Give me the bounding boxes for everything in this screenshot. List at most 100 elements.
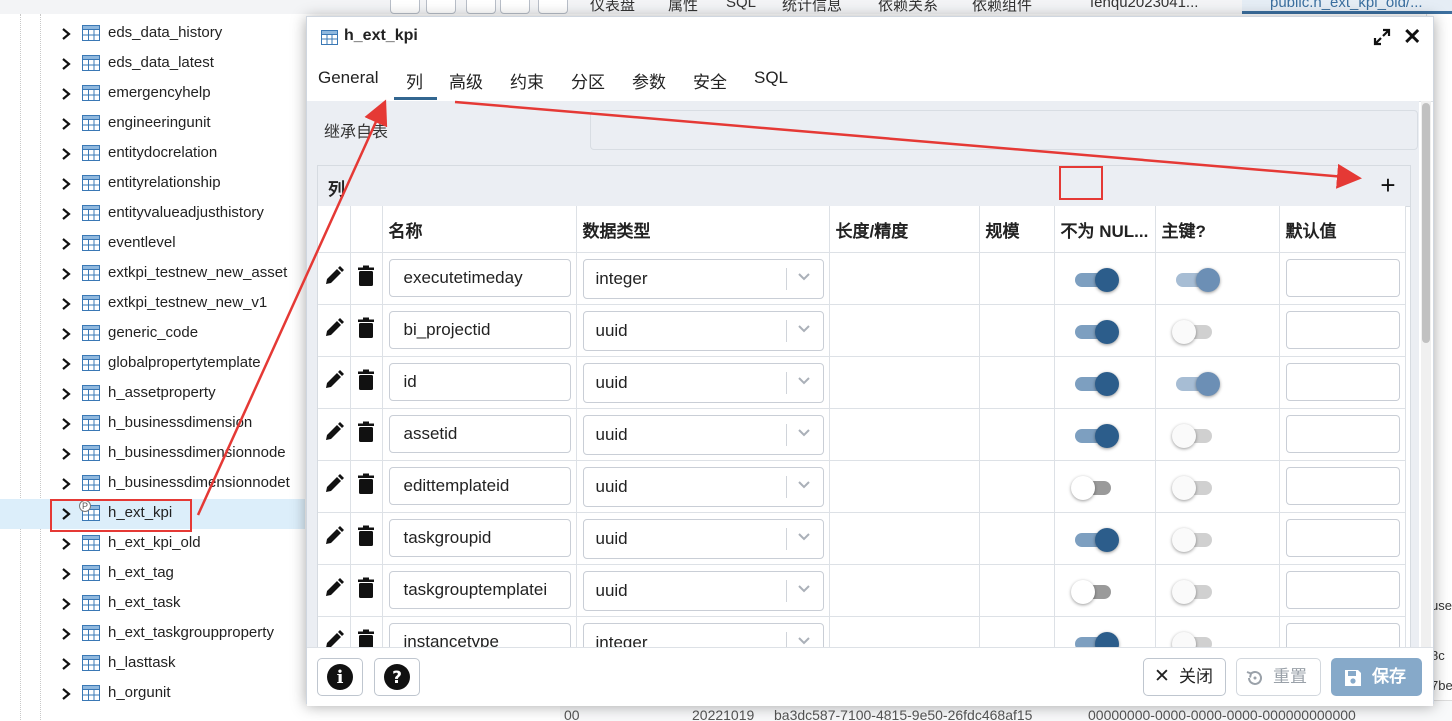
chevron-right-icon[interactable] bbox=[60, 387, 72, 401]
bg-active-tab[interactable]: public.h_ext_kpi_old/... bbox=[1242, 0, 1452, 14]
primary-key-toggle[interactable] bbox=[1174, 267, 1220, 292]
save-button[interactable]: 保存 bbox=[1331, 658, 1422, 696]
data-type-select[interactable]: uuid bbox=[582, 519, 824, 559]
not-null-toggle[interactable] bbox=[1070, 579, 1119, 604]
column-name-input[interactable]: edittemplateid bbox=[388, 467, 571, 505]
chevron-right-icon[interactable] bbox=[60, 537, 72, 551]
not-null-toggle[interactable] bbox=[1073, 267, 1119, 292]
chevron-right-icon[interactable] bbox=[60, 687, 72, 701]
tree-item[interactable]: emergencyhelp bbox=[0, 79, 305, 109]
column-name-input[interactable]: taskgrouptemplatei bbox=[388, 571, 571, 609]
data-type-select[interactable]: uuid bbox=[582, 467, 824, 507]
scale-cell[interactable] bbox=[979, 356, 1055, 409]
primary-key-toggle[interactable] bbox=[1171, 423, 1220, 448]
data-type-select[interactable]: integer bbox=[582, 623, 824, 647]
chevron-right-icon[interactable] bbox=[60, 327, 72, 341]
tree-item[interactable]: eds_data_history bbox=[0, 19, 305, 49]
scale-cell[interactable] bbox=[979, 252, 1055, 305]
trash-icon[interactable] bbox=[356, 629, 376, 647]
chevron-right-icon[interactable] bbox=[60, 207, 72, 221]
length-precision-cell[interactable] bbox=[829, 564, 980, 617]
tree-item[interactable]: globalpropertytemplate bbox=[0, 349, 305, 379]
tree-item[interactable]: h_lasttask bbox=[0, 649, 305, 679]
chevron-right-icon[interactable] bbox=[60, 27, 72, 41]
header-data-type[interactable]: 数据类型 bbox=[576, 206, 830, 253]
scrollbar-thumb[interactable] bbox=[1422, 103, 1430, 343]
chevron-right-icon[interactable] bbox=[60, 627, 72, 641]
column-name-input[interactable]: bi_projectid bbox=[388, 311, 571, 349]
info-button[interactable]: i bbox=[317, 658, 363, 696]
column-name-input[interactable]: id bbox=[388, 363, 571, 401]
scale-cell[interactable] bbox=[979, 304, 1055, 357]
pencil-icon[interactable] bbox=[323, 473, 345, 495]
bg-toolbar-button[interactable] bbox=[426, 0, 456, 14]
not-null-toggle[interactable] bbox=[1073, 527, 1119, 552]
not-null-toggle[interactable] bbox=[1073, 319, 1119, 344]
header-scale[interactable]: 规模 bbox=[979, 206, 1055, 253]
chevron-right-icon[interactable] bbox=[60, 57, 72, 71]
tree-item[interactable]: extkpi_testnew_new_asset bbox=[0, 259, 305, 289]
primary-key-toggle[interactable] bbox=[1171, 475, 1220, 500]
trash-icon[interactable] bbox=[356, 421, 376, 443]
chevron-right-icon[interactable] bbox=[60, 597, 72, 611]
data-type-select[interactable]: uuid bbox=[582, 311, 824, 351]
tree-item[interactable]: h_ext_kpi_old bbox=[0, 529, 305, 559]
tree-item[interactable]: h_assetproperty bbox=[0, 379, 305, 409]
default-value-input[interactable] bbox=[1285, 363, 1400, 401]
length-precision-cell[interactable] bbox=[829, 512, 980, 565]
column-name-input[interactable]: executetimeday bbox=[388, 259, 571, 297]
tree-item[interactable]: h_businessdimensionnode bbox=[0, 439, 305, 469]
pencil-icon[interactable] bbox=[323, 577, 345, 599]
pencil-icon[interactable] bbox=[323, 629, 345, 647]
bg-tab[interactable]: 统计信息 bbox=[782, 0, 842, 14]
bg-tab[interactable]: 仪表盘 bbox=[590, 0, 635, 14]
chevron-right-icon[interactable] bbox=[60, 237, 72, 251]
add-column-button[interactable]: + bbox=[1370, 168, 1406, 204]
header-name[interactable]: 名称 bbox=[382, 206, 577, 253]
default-value-input[interactable] bbox=[1285, 519, 1400, 557]
tree-item[interactable]: entitydocrelation bbox=[0, 139, 305, 169]
primary-key-toggle[interactable] bbox=[1174, 371, 1220, 396]
bg-tab[interactable]: SQL bbox=[726, 0, 756, 11]
bg-toolbar-button[interactable] bbox=[466, 0, 496, 14]
scale-cell[interactable] bbox=[979, 408, 1055, 461]
chevron-right-icon[interactable] bbox=[60, 147, 72, 161]
primary-key-toggle[interactable] bbox=[1171, 319, 1220, 344]
dialog-title-bar[interactable]: h_ext_kpi ✕ bbox=[307, 17, 1433, 57]
bg-tab[interactable]: fenqu2023041... bbox=[1090, 0, 1198, 11]
trash-icon[interactable] bbox=[356, 265, 376, 287]
dialog-scrollbar[interactable] bbox=[1421, 101, 1431, 647]
tree-item[interactable]: generic_code bbox=[0, 319, 305, 349]
tree-item[interactable]: h_ext_task bbox=[0, 589, 305, 619]
trash-icon[interactable] bbox=[356, 369, 376, 391]
header-not-null[interactable]: 不为 NUL... bbox=[1054, 206, 1156, 253]
scale-cell[interactable] bbox=[979, 616, 1055, 647]
trash-icon[interactable] bbox=[356, 473, 376, 495]
chevron-right-icon[interactable] bbox=[60, 477, 72, 491]
chevron-right-icon[interactable] bbox=[60, 417, 72, 431]
tree-item[interactable]: h_ext_taskgroupproperty bbox=[0, 619, 305, 649]
scale-cell[interactable] bbox=[979, 564, 1055, 617]
scale-cell[interactable] bbox=[979, 460, 1055, 513]
length-precision-cell[interactable] bbox=[829, 616, 980, 647]
default-value-input[interactable] bbox=[1285, 571, 1400, 609]
tree-item[interactable]: h_orgunit bbox=[0, 679, 305, 709]
bg-tab[interactable]: 依赖组件 bbox=[972, 0, 1032, 14]
header-primary-key[interactable]: 主键? bbox=[1155, 206, 1280, 253]
bg-toolbar-button[interactable] bbox=[500, 0, 530, 14]
chevron-right-icon[interactable] bbox=[60, 267, 72, 281]
data-type-select[interactable]: uuid bbox=[582, 415, 824, 455]
trash-icon[interactable] bbox=[356, 317, 376, 339]
length-precision-cell[interactable] bbox=[829, 252, 980, 305]
default-value-input[interactable] bbox=[1285, 311, 1400, 349]
chevron-right-icon[interactable] bbox=[60, 447, 72, 461]
default-value-input[interactable] bbox=[1285, 259, 1400, 297]
tree-item[interactable]: entityvalueadjusthistory bbox=[0, 199, 305, 229]
pencil-icon[interactable] bbox=[323, 525, 345, 547]
pencil-icon[interactable] bbox=[323, 265, 345, 287]
tree-item[interactable]: h_ext_tag bbox=[0, 559, 305, 589]
primary-key-toggle[interactable] bbox=[1171, 631, 1220, 647]
pencil-icon[interactable] bbox=[323, 317, 345, 339]
length-precision-cell[interactable] bbox=[829, 304, 980, 357]
tab-parameters[interactable]: 参数 bbox=[632, 68, 666, 93]
